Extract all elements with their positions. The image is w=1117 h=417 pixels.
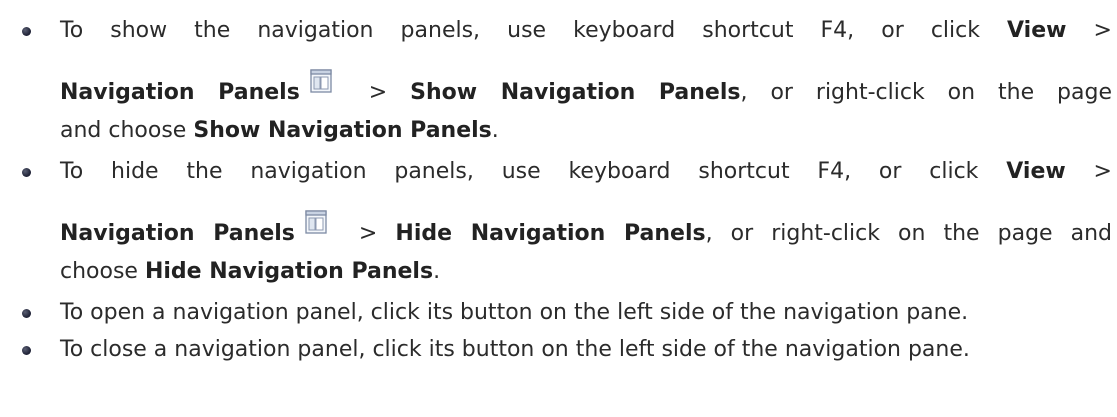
navigation-panels-icon — [305, 210, 327, 246]
text-run: . — [433, 259, 441, 284]
bullet-item-3: To open a navigation panel, click its bu… — [60, 299, 968, 327]
bullet-icon — [22, 27, 31, 36]
text-run: , or right-click on the page — [740, 80, 1113, 105]
menu-reference-show-navigation-panels: Show Navigation Panels — [193, 118, 492, 143]
navigation-panels-icon — [310, 69, 332, 105]
text-run: > — [340, 221, 396, 246]
bullet-item-1-line-2: Navigation Panels > Show Navigation Pane… — [60, 69, 1113, 107]
document-body: To show the navigation panels, use keybo… — [0, 0, 1117, 417]
text-run: choose — [60, 259, 145, 284]
bullet-item-4: To close a navigation panel, click its b… — [60, 336, 970, 364]
text-run: To show the navigation panels, use keybo… — [60, 18, 1008, 43]
text-run: To close a navigation panel, click its b… — [60, 337, 970, 362]
menu-reference-hide-navigation-panels: Hide Navigation Panels — [144, 259, 434, 284]
menu-reference-view: View — [1007, 18, 1067, 43]
text-run: To hide the navigation panels, use keybo… — [60, 159, 1007, 184]
bullet-item-2-line-2: Navigation Panels > Hide Navigation Pane… — [60, 210, 1113, 248]
bullet-icon — [22, 168, 31, 177]
bullet-item-2-line-1: To hide the navigation panels, use keybo… — [60, 158, 1112, 186]
menu-reference-hide-navigation-panels: Hide Navigation Panels — [395, 221, 706, 246]
bullet-item-2-line-3: choose Hide Navigation Panels. — [60, 258, 440, 286]
bullet-icon — [22, 309, 31, 318]
menu-reference-navigation-panels: Navigation Panels — [60, 80, 300, 105]
menu-reference-view: View — [1006, 159, 1066, 184]
text-run: . — [491, 118, 499, 143]
text-run: > — [1066, 18, 1112, 43]
bullet-item-1-line-3: and choose Show Navigation Panels. — [60, 117, 499, 145]
menu-reference-navigation-panels: Navigation Panels — [60, 221, 295, 246]
text-run: > — [345, 80, 411, 105]
text-run: , or right-click on the page and — [705, 221, 1113, 246]
menu-reference-show-navigation-panels: Show Navigation Panels — [410, 80, 741, 105]
text-run: and choose — [60, 118, 194, 143]
bullet-icon — [22, 346, 31, 355]
text-run: To open a navigation panel, click its bu… — [60, 300, 969, 325]
text-run: > — [1065, 159, 1112, 184]
bullet-item-1-line-1: To show the navigation panels, use keybo… — [60, 17, 1112, 45]
